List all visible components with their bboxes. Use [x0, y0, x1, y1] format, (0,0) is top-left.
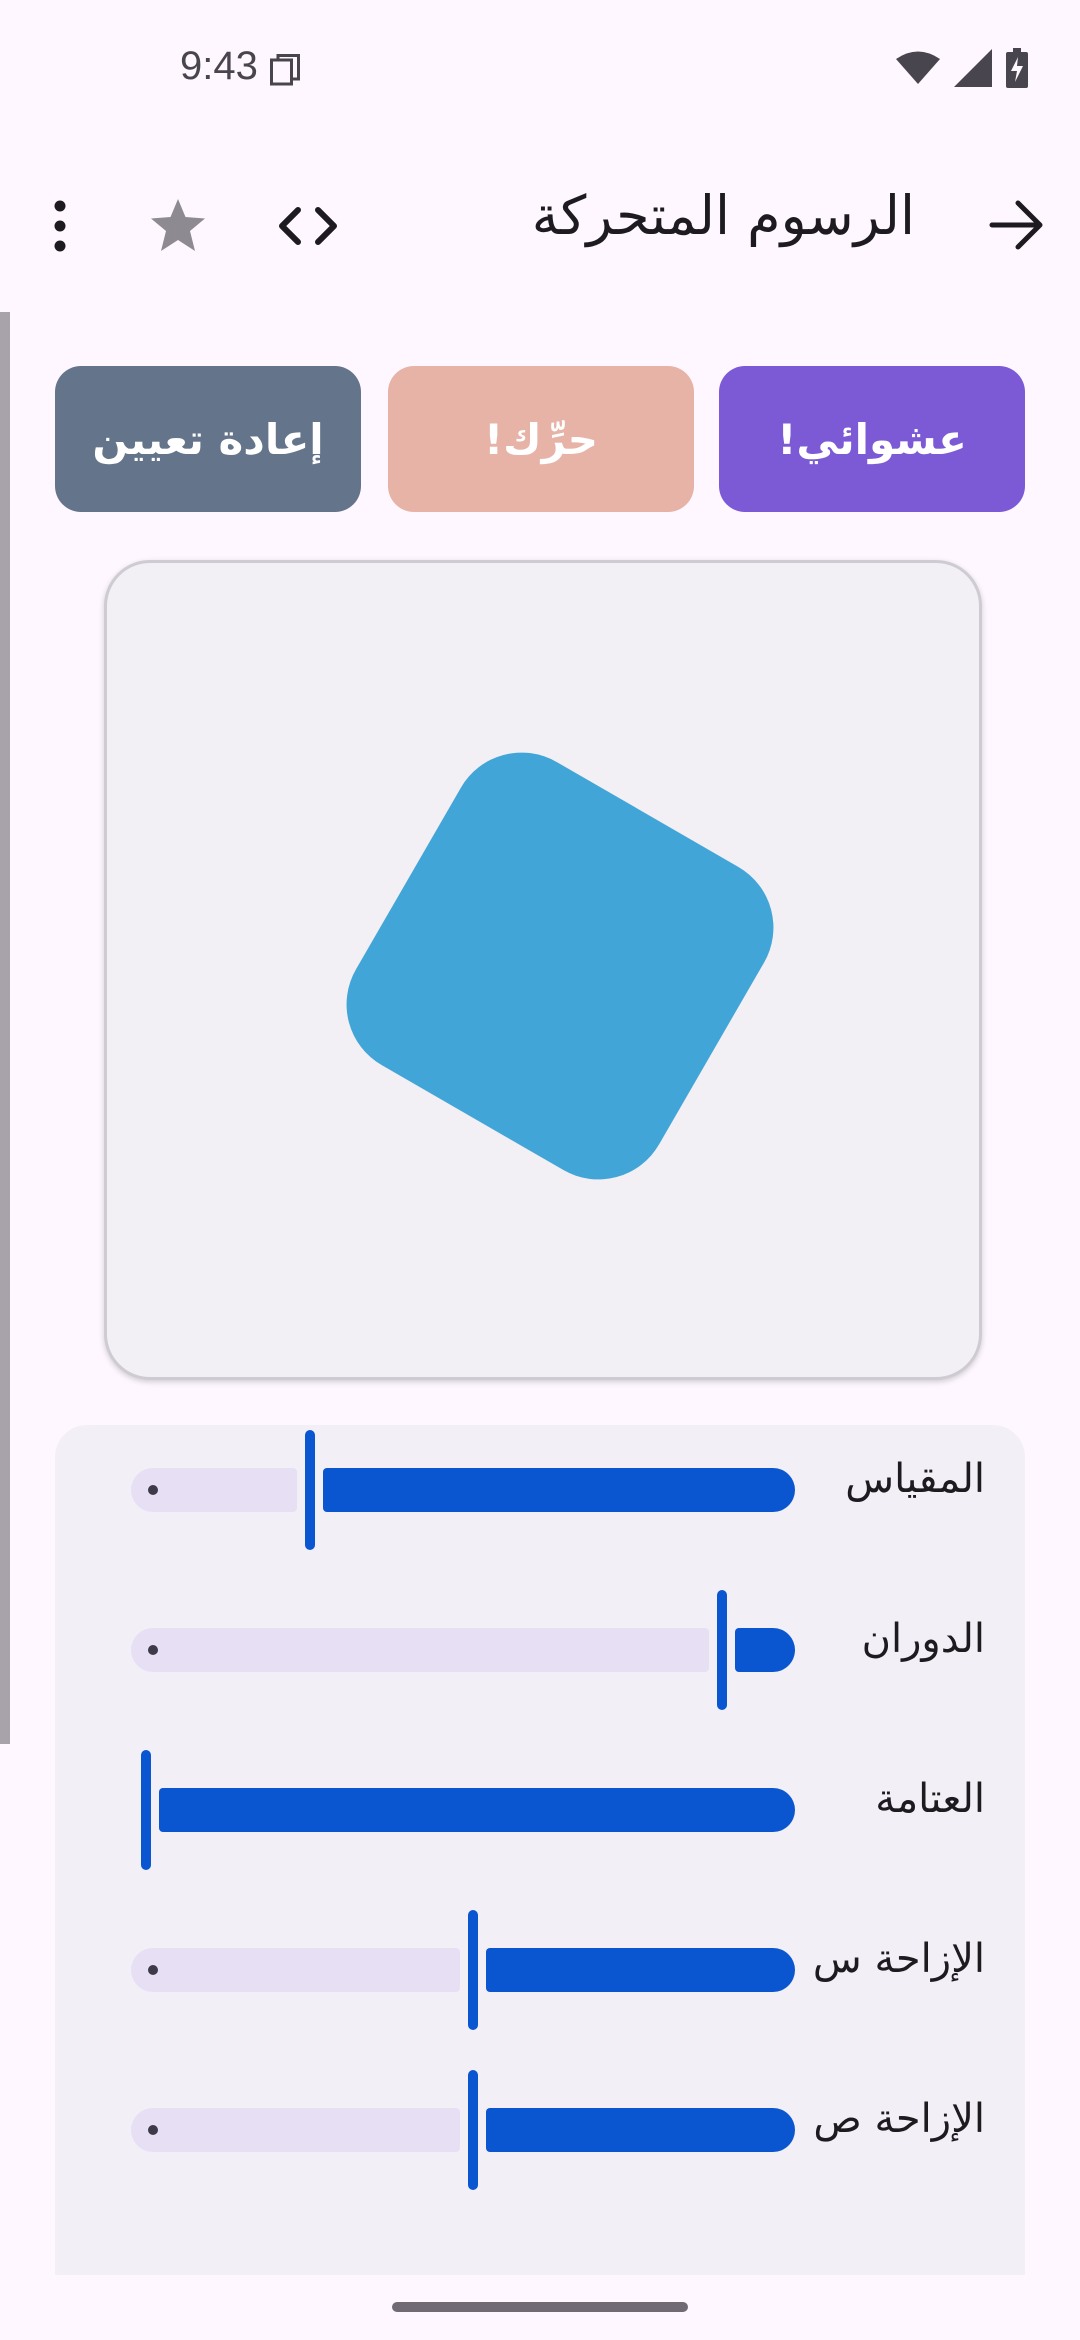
gesture-nav-handle[interactable]	[392, 2302, 688, 2312]
slider-stop-indicator	[148, 2125, 158, 2135]
scale-slider[interactable]	[131, 1430, 795, 1550]
battery-charging-icon	[1006, 48, 1028, 88]
slider-thumb[interactable]	[468, 2070, 478, 2190]
back-arrow-icon[interactable]	[982, 190, 1052, 260]
opacity-slider[interactable]	[131, 1750, 795, 1870]
slider-active-track	[486, 1948, 795, 1992]
action-buttons: عشوائي! حرِّك! إعادة تعيين	[55, 366, 1025, 512]
status-bar: 9:43	[0, 0, 1080, 140]
slider-label-offset-y: الإزاحة ص	[813, 2096, 985, 2142]
page-title: الرسوم المتحركة	[531, 184, 915, 247]
signal-icon	[954, 49, 992, 87]
offset-x-slider[interactable]	[131, 1910, 795, 2030]
controls-card: المقياس الدوران العتامة الإزاحة س الإزاح…	[55, 1425, 1025, 2275]
slider-thumb[interactable]	[717, 1590, 727, 1710]
slider-thumb[interactable]	[468, 1910, 478, 2030]
slider-thumb[interactable]	[305, 1430, 315, 1550]
slider-active-track	[486, 2108, 795, 2152]
slider-label-offset-x: الإزاحة س	[812, 1936, 985, 1982]
slider-active-track	[159, 1788, 795, 1832]
slider-inactive-track	[131, 1628, 709, 1672]
wifi-icon	[896, 51, 940, 84]
animated-shape	[320, 726, 800, 1206]
slider-active-track	[735, 1628, 795, 1672]
slider-row-rotation: الدوران	[55, 1590, 1025, 1710]
more-vert-icon[interactable]	[42, 196, 78, 256]
reset-button[interactable]: إعادة تعيين	[55, 366, 361, 512]
random-button[interactable]: عشوائي!	[719, 366, 1025, 512]
rotation-slider[interactable]	[131, 1590, 795, 1710]
notification-copy-icon	[270, 54, 300, 86]
slider-thumb[interactable]	[141, 1750, 151, 1870]
animation-canvas	[104, 560, 982, 1380]
slider-row-scale: المقياس	[55, 1430, 1025, 1550]
status-time: 9:43	[180, 44, 258, 88]
slider-stop-indicator	[148, 1645, 158, 1655]
slider-label-opacity: العتامة	[875, 1776, 985, 1822]
slider-stop-indicator	[148, 1485, 158, 1495]
animate-button[interactable]: حرِّك!	[388, 366, 694, 512]
slider-label-rotation: الدوران	[861, 1616, 985, 1662]
slider-inactive-track	[131, 1948, 460, 1992]
slider-inactive-track	[131, 2108, 460, 2152]
offset-y-slider[interactable]	[131, 2070, 795, 2190]
slider-stop-indicator	[148, 1965, 158, 1975]
slider-row-offset-y: الإزاحة ص	[55, 2070, 1025, 2190]
code-icon[interactable]	[276, 198, 340, 254]
app-bar: الرسوم المتحركة	[0, 170, 1080, 280]
slider-active-track	[323, 1468, 795, 1512]
slider-row-offset-x: الإزاحة س	[55, 1910, 1025, 2030]
slider-label-scale: المقياس	[845, 1456, 985, 1502]
scroll-indicator	[0, 312, 10, 1744]
star-icon[interactable]	[148, 196, 208, 256]
slider-row-opacity: العتامة	[55, 1750, 1025, 1870]
